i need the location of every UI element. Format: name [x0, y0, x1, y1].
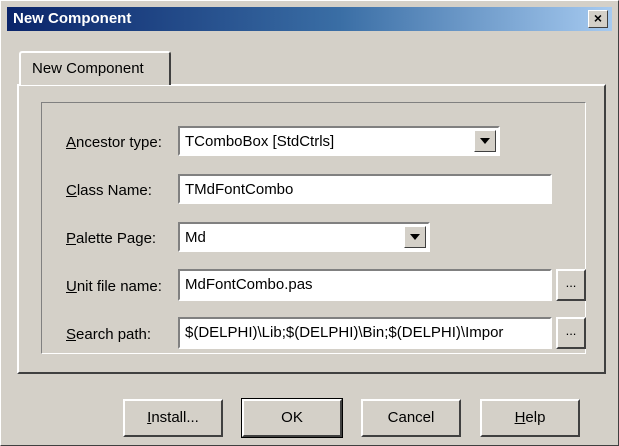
search-path-value: $(DELPHI)\Lib;$(DELPHI)\Bin;$(DELPHI)\Im… [185, 324, 504, 341]
ok-label: OK [281, 409, 303, 426]
class-name-mnemonic: C [66, 182, 77, 199]
search-path-label: Search path: [66, 326, 151, 343]
tab-panel: Ancestor type: TComboBox [StdCtrls] Clas… [17, 84, 606, 374]
unit-file-name-label-text: nit file name: [76, 278, 162, 295]
unit-file-name-field[interactable]: MdFontCombo.pas [178, 269, 552, 301]
help-label-post: elp [525, 409, 546, 426]
chevron-down-icon[interactable] [404, 226, 426, 248]
window-title: New Component [13, 10, 132, 27]
ellipsis-icon: ... [565, 323, 577, 338]
palette-page-combo[interactable]: Md [178, 222, 430, 252]
palette-page-mnemonic: P [66, 230, 77, 247]
class-name-value: TMdFontCombo [185, 181, 294, 198]
form-group: Ancestor type: TComboBox [StdCtrls] Clas… [41, 102, 586, 354]
tab-new-component[interactable]: New Component [19, 51, 171, 85]
cancel-button[interactable]: Cancel [361, 399, 461, 437]
class-name-label-text: lass Name: [76, 182, 152, 199]
ellipsis-icon: ... [565, 275, 577, 290]
help-button[interactable]: Help [480, 399, 580, 437]
unit-file-name-label: Unit file name: [66, 278, 162, 295]
class-name-label: Class Name: [66, 182, 152, 199]
help-mnemonic: H [514, 409, 526, 426]
ancestor-type-label-text: ncestor type: [76, 134, 162, 151]
ancestor-type-combo[interactable]: TComboBox [StdCtrls] [178, 126, 500, 156]
close-button[interactable]: × [588, 10, 608, 28]
palette-page-value: Md [185, 229, 206, 246]
install-label-post: nstall... [151, 409, 199, 426]
chevron-down-icon[interactable] [474, 130, 496, 152]
unit-file-name-mnemonic: U [66, 278, 77, 295]
install-button[interactable]: Install... [123, 399, 223, 437]
unit-file-browse-button[interactable]: ... [556, 269, 586, 301]
search-path-browse-button[interactable]: ... [556, 317, 586, 349]
palette-page-label: Palette Page: [66, 230, 156, 247]
ancestor-type-mnemonic: A [66, 134, 77, 151]
search-path-field[interactable]: $(DELPHI)\Lib;$(DELPHI)\Bin;$(DELPHI)\Im… [178, 317, 552, 349]
close-icon: × [593, 10, 603, 26]
ok-button[interactable]: OK [241, 398, 343, 438]
search-path-label-text: earch path: [76, 326, 152, 343]
new-component-dialog: New Component × New Component Ancestor t… [0, 0, 619, 446]
ancestor-type-label: Ancestor type: [66, 134, 162, 151]
search-path-mnemonic: S [66, 326, 77, 343]
class-name-field[interactable]: TMdFontCombo [178, 174, 552, 204]
tab-label: New Component [32, 60, 144, 77]
ancestor-type-value: TComboBox [StdCtrls] [185, 133, 335, 150]
unit-file-name-value: MdFontCombo.pas [185, 276, 313, 293]
title-bar[interactable]: New Component × [7, 7, 612, 31]
palette-page-label-text: alette Page: [76, 230, 157, 247]
cancel-label: Cancel [387, 409, 435, 426]
